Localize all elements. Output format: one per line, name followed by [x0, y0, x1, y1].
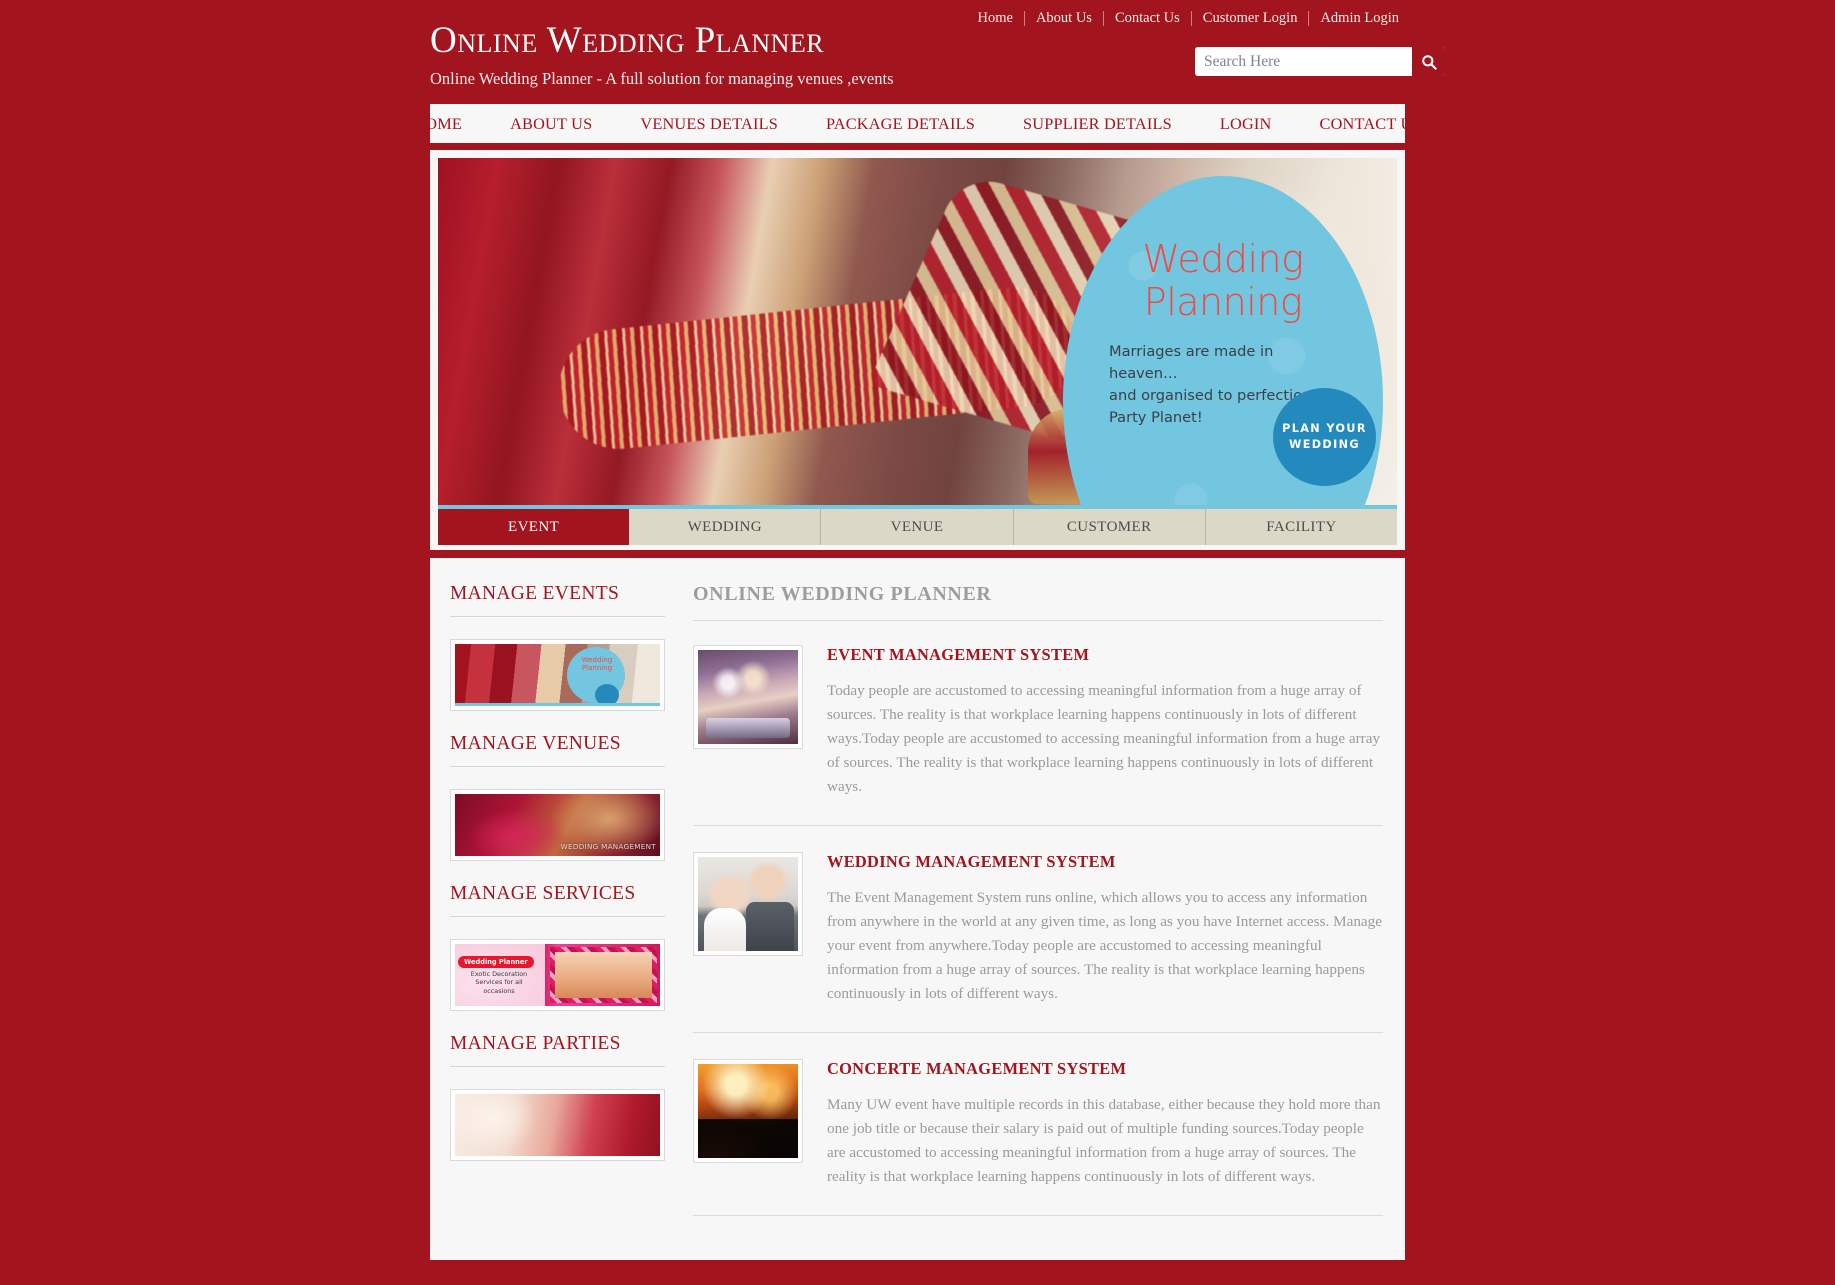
sidebar-thumb-manage-services[interactable]: Wedding Planner Exotic Decoration Servic… [450, 939, 665, 1011]
sidebar-thumb-manage-events[interactable]: Wedding Planning [450, 639, 665, 711]
thumb-floral-frame [550, 947, 657, 1003]
utility-nav-item-contact-us[interactable]: Contact Us [1104, 10, 1191, 26]
post-thumbnail[interactable] [693, 645, 803, 749]
main-navigation: HOME ABOUT US VENUES DETAILS PACKAGE DET… [413, 104, 1421, 146]
post-body: WEDDING MANAGEMENT SYSTEM The Event Mana… [827, 852, 1383, 1006]
tab-wedding[interactable]: WEDDING [629, 509, 822, 545]
post-title-wedding-management-system[interactable]: WEDDING MANAGEMENT SYSTEM [827, 852, 1383, 872]
nav-item-about-us[interactable]: ABOUT US [486, 114, 616, 134]
nav-separator [1023, 10, 1025, 26]
divider [450, 1066, 665, 1067]
sidebar-heading-manage-events: MANAGE EVENTS [450, 583, 620, 604]
hero-headline-line-1: Wedding [1142, 237, 1304, 281]
nav-item-login[interactable]: LOGIN [1196, 114, 1296, 134]
tab-customer-label: CUSTOMER [1066, 518, 1152, 535]
plan-your-wedding-button[interactable]: PLAN YOUR WEDDING [1273, 388, 1376, 486]
post-body: CONCERTE MANAGEMENT SYSTEM Many UW event… [827, 1059, 1383, 1189]
post-thumbnail[interactable] [693, 1059, 803, 1164]
thumb-tag-wedding-planner: Wedding Planner [458, 956, 534, 968]
exotic-decoration-image: Wedding Planner Exotic Decoration Servic… [455, 944, 660, 1006]
post-item: EVENT MANAGEMENT SYSTEM Today people are… [693, 645, 1383, 827]
tab-wedding-label: WEDDING [687, 518, 763, 535]
thumb-accent-bar [455, 703, 660, 706]
main-column: ONLINE WEDDING PLANNER EVENT MANAGEMENT … [693, 583, 1383, 1242]
sidebar: MANAGE EVENTS Wedding Planning MANAGE VE… [450, 583, 665, 1183]
post-title-event-management-system[interactable]: EVENT MANAGEMENT SYSTEM [827, 645, 1383, 665]
nav-item-package-details[interactable]: PACKAGE DETAILS [802, 114, 999, 134]
wedding-couple-image [698, 857, 798, 952]
utility-nav-item-admin-login[interactable]: Admin Login [1309, 10, 1410, 26]
tab-event-label: EVENT [508, 518, 560, 535]
search-bar [1195, 47, 1445, 76]
category-tabs: EVENT WEDDING VENUE CUSTOMER FACILITY [438, 505, 1398, 545]
thumb-caption-wedding-planning: Wedding Planning [581, 656, 613, 673]
champagne-glasses-image [698, 650, 798, 744]
sidebar-heading-manage-parties: MANAGE PARTIES [450, 1033, 621, 1054]
hero-headline-line-2: Planning [1143, 279, 1303, 324]
nav-item-home[interactable]: HOME [389, 114, 486, 134]
divider [450, 616, 665, 617]
sidebar-thumb-manage-parties[interactable] [450, 1089, 665, 1161]
plan-your-wedding-label: PLAN YOUR WEDDING [1282, 422, 1367, 451]
post-title-concerte-management-system[interactable]: CONCERTE MANAGEMENT SYSTEM [827, 1059, 1383, 1079]
site-title: Online Wedding Planner [430, 20, 825, 61]
content-panel: MANAGE EVENTS Wedding Planning MANAGE VE… [430, 558, 1405, 1260]
utility-nav-item-home[interactable]: Home [967, 10, 1024, 26]
page-title: ONLINE WEDDING PLANNER [693, 583, 992, 605]
nav-separator [1308, 10, 1310, 26]
wedding-planning-banner-image: Wedding Planning [455, 644, 660, 706]
concert-crowd-image [698, 1064, 798, 1159]
tab-customer[interactable]: CUSTOMER [1013, 509, 1206, 545]
divider [450, 766, 665, 767]
tab-facility-label: FACILITY [1266, 518, 1337, 535]
utility-nav-item-customer-login[interactable]: Customer Login [1192, 10, 1309, 26]
search-button[interactable] [1412, 47, 1445, 76]
page-root: Home About Us Contact Us Customer Login … [0, 0, 1835, 1285]
site-tagline: Online Wedding Planner - A full solution… [430, 68, 894, 88]
nav-item-venues-details[interactable]: VENUES DETAILS [616, 114, 802, 134]
hero-panel: Wedding Planning Marriages are made in h… [430, 150, 1405, 550]
thumb-caption-wedding-management: WEDDING MANAGEMENT [560, 842, 656, 851]
nav-item-contact-us[interactable]: CONTACT US [1296, 114, 1446, 134]
post-text: The Event Management System runs online,… [827, 889, 1382, 1003]
wedding-management-image: WEDDING MANAGEMENT [455, 794, 660, 856]
post-item: CONCERTE MANAGEMENT SYSTEM Many UW event… [693, 1059, 1383, 1217]
tab-venue[interactable]: VENUE [821, 509, 1014, 545]
utility-nav-item-about-us[interactable]: About Us [1025, 10, 1103, 26]
sidebar-thumb-manage-venues[interactable]: WEDDING MANAGEMENT [450, 789, 665, 861]
utility-nav: Home About Us Contact Us Customer Login … [967, 10, 1410, 26]
sidebar-heading-manage-services: MANAGE SERVICES [450, 883, 636, 904]
tab-venue-label: VENUE [890, 518, 944, 535]
hero-headline: Wedding Planning [1143, 238, 1304, 323]
divider [450, 916, 665, 917]
post-text: Many UW event have multiple records in t… [827, 1096, 1381, 1186]
hero-banner: Wedding Planning Marriages are made in h… [438, 158, 1397, 506]
tab-event[interactable]: EVENT [438, 509, 630, 545]
post-thumbnail[interactable] [693, 852, 803, 957]
holding-hands-image [455, 1094, 660, 1156]
nav-separator [1102, 10, 1104, 26]
post-text: Today people are accustomed to accessing… [827, 682, 1381, 796]
nav-item-supplier-details[interactable]: SUPPLIER DETAILS [999, 114, 1196, 134]
post-item: WEDDING MANAGEMENT SYSTEM The Event Mana… [693, 852, 1383, 1034]
divider [693, 620, 1383, 621]
search-icon [1421, 54, 1437, 70]
post-body: EVENT MANAGEMENT SYSTEM Today people are… [827, 645, 1383, 799]
tab-facility[interactable]: FACILITY [1205, 509, 1398, 545]
thumb-caption-exotic-decoration: Exotic Decoration Services for all occas… [470, 970, 528, 995]
nav-separator [1190, 10, 1192, 26]
search-input[interactable] [1195, 47, 1412, 76]
site-branding: Online Wedding Planner Online Wedding Pl… [430, 20, 894, 89]
sidebar-heading-manage-venues: MANAGE VENUES [450, 733, 621, 754]
